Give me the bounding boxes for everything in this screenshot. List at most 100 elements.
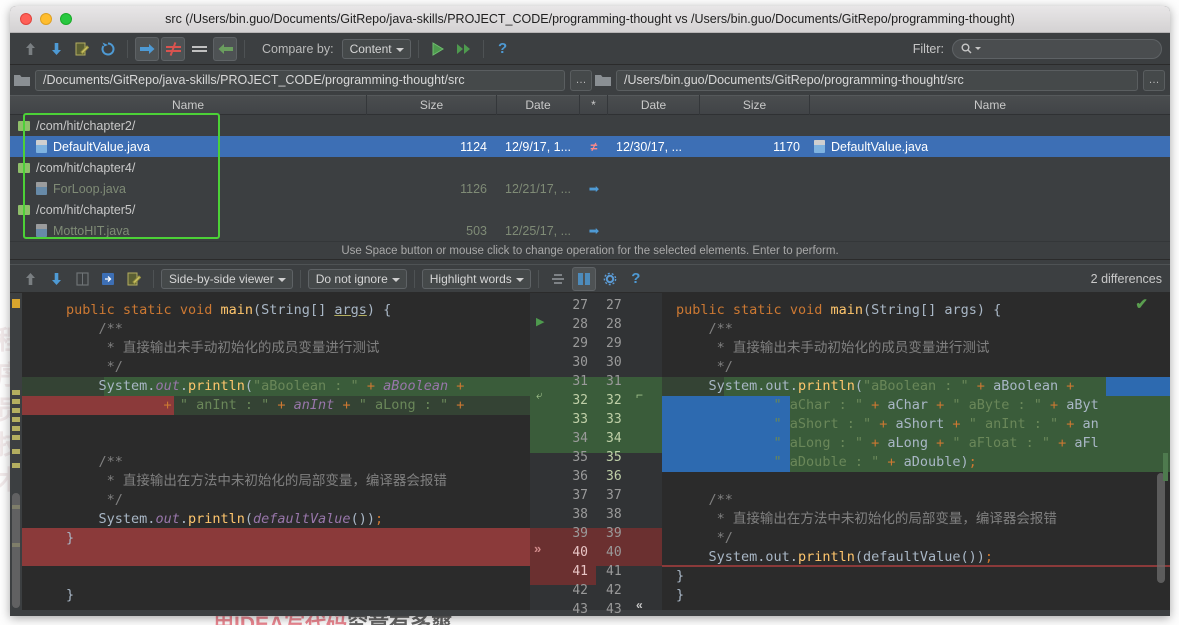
toolbar-divider-4 [482, 39, 484, 58]
line-number: 27 [572, 298, 588, 313]
table-row[interactable]: /com/hit/chapter2/ [10, 115, 1170, 136]
left-scrollbar-thumb[interactable] [12, 493, 20, 608]
left-code-pane[interactable]: public static void main(String[] args) {… [22, 293, 530, 610]
apply-change-icon[interactable] [96, 267, 120, 291]
warning-marker[interactable] [12, 299, 20, 308]
refresh-icon[interactable] [96, 37, 120, 61]
table-row[interactable]: MottoHIT.java 503 12/25/17, ... ➡ [10, 220, 1170, 241]
highlight-mode-select[interactable]: Highlight words [421, 268, 531, 289]
file-comparison-list: /com/hit/chapter2/ DefaultValue.java 112… [10, 113, 1170, 241]
copy-to-right-icon[interactable] [135, 36, 159, 61]
line-number: 29 [606, 336, 622, 351]
right-line-numbers: 27 28 29 30 31 32 33 34 35 36 37 38 39 4… [596, 293, 662, 616]
left-code-text[interactable]: public static void main(String[] args) {… [22, 293, 530, 605]
compare-by-label: Compare by: [262, 41, 334, 56]
warning-marker[interactable] [12, 463, 20, 468]
compare-by-select[interactable]: Content [341, 38, 411, 59]
table-row[interactable]: /com/hit/chapter4/ [10, 157, 1170, 178]
maximize-button[interactable] [60, 13, 72, 25]
row-operation[interactable]: ➡ [580, 181, 608, 196]
arrow-down-icon[interactable] [44, 267, 68, 291]
right-code-pane[interactable]: public static void main(String[] args) {… [662, 293, 1170, 610]
table-row[interactable]: /com/hit/chapter5/ [10, 199, 1170, 220]
warning-marker[interactable] [12, 426, 20, 431]
java-file-icon-right [814, 140, 825, 153]
line-number: 42 [606, 583, 622, 598]
line-number: 28 [606, 317, 622, 332]
line-number: 43 [606, 602, 622, 616]
chevron-down-icon[interactable] [975, 47, 981, 50]
gear-icon[interactable] [598, 267, 622, 291]
java-file-icon [36, 224, 47, 237]
run-all-icon[interactable] [452, 37, 476, 61]
warning-marker[interactable] [12, 390, 20, 395]
right-path-cell: /Users/bin.guo/Documents/GitRepo/program… [595, 69, 1165, 91]
help-icon[interactable]: ? [491, 37, 515, 61]
viewer-mode-select[interactable]: Side-by-side viewer [161, 268, 293, 289]
java-file-icon [36, 182, 47, 195]
column-header-name-left[interactable]: Name [10, 95, 367, 115]
arrow-up-icon[interactable] [18, 267, 42, 291]
collapse-marker-icon[interactable]: « [636, 598, 643, 612]
left-path-browse-button[interactable]: … [570, 69, 592, 91]
line-number: 42 [572, 583, 588, 598]
row-left-name: /com/hit/chapter4/ [36, 160, 136, 175]
inserted-marker-icon[interactable]: ⤶ [536, 388, 543, 403]
line-number: 34 [606, 431, 622, 446]
collapse-unchanged-icon[interactable] [546, 267, 570, 291]
synchronize-scroll-icon[interactable] [571, 266, 596, 291]
filter-input[interactable] [952, 38, 1162, 59]
table-row-selected[interactable]: DefaultValue.java 1124 12/9/17, 1... ≠ 1… [10, 136, 1170, 157]
right-path-browse-button[interactable]: … [1143, 69, 1165, 91]
compare-files-icon[interactable] [70, 267, 94, 291]
right-scrollbar-thumb[interactable] [1157, 473, 1165, 583]
column-header-size-right[interactable]: Size [700, 95, 810, 115]
column-header-name-right[interactable]: Name [810, 95, 1170, 115]
help-icon[interactable]: ? [624, 267, 648, 291]
column-header-operation[interactable]: * [580, 95, 608, 115]
show-equal-icon[interactable] [187, 37, 211, 61]
left-path-input[interactable]: /Documents/GitRepo/java-skills/PROJECT_C… [35, 69, 565, 91]
line-number: 32 [572, 393, 588, 408]
edit-source-icon[interactable] [70, 37, 94, 61]
right-code-text[interactable]: public static void main(String[] args) {… [662, 293, 1170, 605]
line-number: 34 [572, 431, 588, 446]
filter-label: Filter: [912, 41, 944, 56]
run-marker-icon[interactable]: ▶ [536, 315, 544, 328]
table-row[interactable]: ForLoop.java 1126 12/21/17, ... ➡ [10, 178, 1170, 199]
arrow-down-icon[interactable] [44, 37, 68, 61]
deleted-marker-icon[interactable]: » [534, 541, 541, 556]
warning-marker[interactable] [12, 399, 20, 404]
row-left-name: DefaultValue.java [53, 139, 151, 154]
ignore-mode-select[interactable]: Do not ignore [307, 268, 407, 289]
warning-marker[interactable] [12, 408, 20, 413]
diff-toolbar-divider-3 [413, 269, 415, 288]
diff-toolbar-divider-4 [537, 269, 539, 288]
run-icon[interactable] [426, 37, 450, 61]
inserted-marker-icon-right[interactable]: ⌐ [636, 388, 643, 402]
left-path-cell: /Documents/GitRepo/java-skills/PROJECT_C… [14, 69, 592, 91]
edit-source-icon[interactable] [122, 267, 146, 291]
toolbar-divider-3 [417, 39, 419, 58]
show-different-icon[interactable] [161, 36, 185, 61]
row-left-size: 1126 [460, 181, 487, 196]
operation-hint: Use Space button or mouse click to chang… [10, 241, 1170, 259]
row-operation[interactable]: ➡ [580, 223, 608, 238]
column-header-date-left[interactable]: Date [497, 95, 580, 115]
column-header-size-left[interactable]: Size [367, 95, 497, 115]
copy-to-left-icon[interactable] [213, 36, 237, 61]
row-operation[interactable]: ≠ [580, 140, 608, 154]
window-controls[interactable] [10, 13, 72, 25]
path-bar-row: /Documents/GitRepo/java-skills/PROJECT_C… [10, 65, 1170, 95]
line-number: 38 [572, 507, 588, 522]
left-error-stripe[interactable] [10, 293, 22, 610]
minimize-button[interactable] [40, 13, 52, 25]
warning-marker[interactable] [12, 449, 20, 454]
warning-marker[interactable] [12, 435, 20, 440]
warning-marker[interactable] [12, 417, 20, 422]
close-button[interactable] [20, 13, 32, 25]
arrow-up-icon[interactable] [18, 37, 42, 61]
right-path-input[interactable]: /Users/bin.guo/Documents/GitRepo/program… [616, 69, 1138, 91]
column-header-date-right[interactable]: Date [608, 95, 700, 115]
diff-gutter: 27 28 29 30 31 32 33 34 35 36 37 38 39 4… [530, 293, 662, 616]
